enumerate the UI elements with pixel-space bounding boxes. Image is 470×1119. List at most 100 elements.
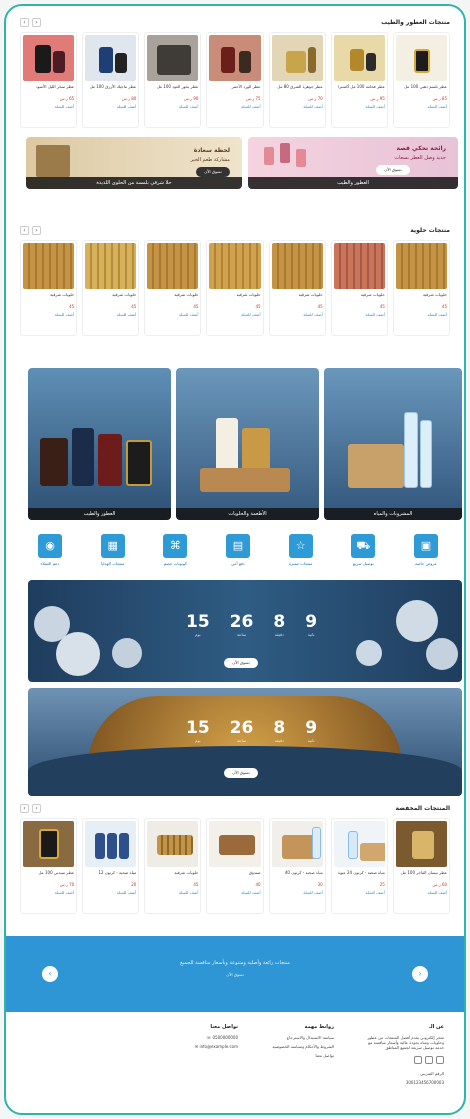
product-card[interactable]: مياه صحية - كرتون 12 20 أضف للسلة bbox=[82, 818, 140, 914]
category-icon-item[interactable]: ⌘ كوبونات خصم bbox=[155, 534, 195, 566]
add-to-cart-button[interactable]: أضف للسلة bbox=[23, 312, 75, 317]
product-image bbox=[395, 35, 447, 81]
truck-icon: ⛟ bbox=[351, 534, 376, 558]
product-name: حلويات شرقية bbox=[236, 292, 261, 297]
next-arrow-icon[interactable]: › bbox=[32, 17, 41, 27]
product-name: عطر سحر الليل الأسود bbox=[35, 84, 75, 89]
category-icon-item[interactable]: ☆ منتجات مميزة bbox=[281, 534, 321, 566]
product-card[interactable]: عطر بخور العود 100 مل 90 ر.س أضف للسلة bbox=[144, 32, 202, 128]
prev-arrow-icon[interactable]: ‹ bbox=[20, 17, 29, 27]
footer-link[interactable]: الشروط والأحكام وسياسة الخصوصية bbox=[254, 1044, 334, 1049]
instagram-icon[interactable] bbox=[425, 1056, 433, 1064]
section-title: منتجات العطور والطيب bbox=[381, 18, 450, 26]
category-icon-item[interactable]: ▤ دفع آمن bbox=[218, 534, 258, 566]
product-card[interactable]: عطر سحر الليل الأسود 65 ر.س أضف للسلة bbox=[20, 32, 78, 128]
product-card[interactable]: حلويات شرقية 45 أضف للسلة bbox=[82, 240, 140, 336]
product-card[interactable]: صندوق 40 أضف للسلة bbox=[206, 818, 264, 914]
add-to-cart-button[interactable]: أضف للسلة bbox=[396, 104, 448, 109]
product-card[interactable]: حلويات شرقية 45 أضف للسلة bbox=[20, 240, 78, 336]
category-label: دعم العملاء bbox=[40, 561, 60, 566]
add-to-cart-button[interactable]: أضف للسلة bbox=[209, 890, 261, 895]
banner-cta-button[interactable]: تسوق الآن bbox=[196, 167, 230, 177]
category-banner-perfumes[interactable]: العطور والطيب bbox=[28, 368, 171, 520]
promo-banner-sweets[interactable]: لحظة سعادة مشاركة طعم الخير تسوق الآن حل… bbox=[26, 137, 242, 189]
product-card[interactable]: عطر بلسم ذهبي 100 مل 85 ر.س أضف للسلة bbox=[392, 32, 450, 128]
category-icon-item[interactable]: ▣ عروض خاصة bbox=[406, 534, 446, 566]
add-to-cart-button[interactable]: أضف للسلة bbox=[272, 890, 323, 895]
product-card[interactable]: حلويات شرقية 45 أضف للسلة bbox=[268, 240, 326, 336]
product-card[interactable]: عطر نيسان الفاخر 100 مل 60 ر.س أضف للسلة bbox=[392, 818, 450, 914]
product-price: 25 bbox=[379, 882, 385, 887]
countdown-banner-perfume[interactable]: 15 يوم 26 ساعة 8 دقيقة 9 ثانية تسوق الآن bbox=[28, 580, 462, 682]
banner-caption: العطور والطيب bbox=[248, 177, 458, 189]
add-to-cart-button[interactable]: أضف للسلة bbox=[85, 890, 137, 895]
whatsapp-icon[interactable] bbox=[414, 1056, 422, 1064]
category-icon-item[interactable]: ▦ منتجات الهدايا bbox=[93, 534, 133, 566]
product-card[interactable]: حلويات شرقية 45 أضف للسلة bbox=[392, 240, 450, 336]
prev-arrow-icon[interactable]: ‹ bbox=[20, 225, 29, 235]
product-card[interactable]: عطر فخامة 100 مل أكسترا 95 ر.س أضف للسلة bbox=[330, 32, 388, 128]
footer-email[interactable]: info@example.com ✉ bbox=[158, 1044, 238, 1049]
footer-link[interactable]: سياسة الاستبدال والاسترجاع bbox=[254, 1035, 334, 1040]
add-to-cart-button[interactable]: أضف للسلة bbox=[85, 312, 137, 317]
band-text: منتجات رائعة وأصلية ومتنوعة وبأسعار مناف… bbox=[180, 960, 290, 966]
x-icon[interactable] bbox=[436, 1056, 444, 1064]
product-image bbox=[395, 243, 447, 289]
category-label: كوبونات خصم bbox=[163, 561, 187, 566]
add-to-cart-button[interactable]: أضف للسلة bbox=[209, 312, 261, 317]
add-to-cart-button[interactable]: أضف للسلة bbox=[334, 890, 385, 895]
product-card[interactable]: حلويات شرقية 45 أضف للسلة bbox=[206, 240, 264, 336]
card-icon: ▤ bbox=[225, 534, 250, 558]
category-icon-item[interactable]: ⛟ توصيل سريع bbox=[343, 534, 383, 566]
countdown-cta-button[interactable]: تسوق الآن bbox=[224, 658, 258, 668]
prev-arrow-icon[interactable]: ‹ bbox=[20, 803, 29, 813]
next-arrow-icon[interactable]: › bbox=[32, 225, 41, 235]
add-to-cart-button[interactable]: أضف للسلة bbox=[147, 104, 199, 109]
add-to-cart-button[interactable]: أضف للسلة bbox=[334, 312, 385, 317]
product-price: 75 ر.س bbox=[246, 96, 261, 101]
support-icon: ◉ bbox=[38, 534, 62, 558]
footer-link[interactable]: تواصل معنا bbox=[254, 1053, 335, 1058]
add-to-cart-button[interactable]: أضف للسلة bbox=[396, 890, 448, 895]
category-banner-food[interactable]: الأطعمة والحلويات bbox=[176, 368, 319, 520]
add-to-cart-button[interactable]: أضف للسلة bbox=[147, 312, 199, 317]
add-to-cart-button[interactable]: أضف للسلة bbox=[272, 104, 323, 109]
product-card[interactable]: عطر سيدني 100 مل 70 ر.س أضف للسلة bbox=[20, 818, 78, 914]
section-title: منتجات حلوية bbox=[410, 226, 450, 234]
product-card[interactable]: حلويات شرقية 45 أضف للسلة bbox=[330, 240, 388, 336]
countdown-days: 15 يوم bbox=[186, 612, 210, 637]
product-price: 70 ر.س bbox=[308, 96, 323, 101]
add-to-cart-button[interactable]: أضف للسلة bbox=[396, 312, 448, 317]
product-price: 30 bbox=[317, 882, 323, 887]
product-name: عطر سيدني 100 مل bbox=[38, 870, 75, 875]
countdown-banner-sweets[interactable]: 15 يوم 26 ساعة 8 دقيقة 9 ثانية تسوق الآن bbox=[28, 688, 462, 796]
product-price: 45 bbox=[69, 304, 75, 309]
product-price: 40 bbox=[255, 882, 261, 887]
product-image bbox=[333, 821, 385, 867]
category-banner-drinks[interactable]: المشروبات والمياه bbox=[324, 368, 462, 520]
next-arrow-icon[interactable]: › bbox=[32, 803, 41, 813]
product-card[interactable]: حلويات شرقية 45 أضف للسلة bbox=[144, 240, 202, 336]
product-card[interactable]: مياه صحية - كرتون 40 30 أضف للسلة bbox=[268, 818, 326, 914]
add-to-cart-button[interactable]: أضف للسلة bbox=[209, 104, 261, 109]
category-icon-item[interactable]: ◉ دعم العملاء bbox=[30, 534, 70, 566]
add-to-cart-button[interactable]: أضف للسلة bbox=[23, 890, 75, 895]
product-card[interactable]: مياه صحية - كرتون 24 عبوة 25 أضف للسلة bbox=[330, 818, 388, 914]
footer-phone[interactable]: 0500000000 ☏ bbox=[158, 1035, 238, 1040]
add-to-cart-button[interactable]: أضف للسلة bbox=[85, 104, 137, 109]
footer-heading: عن الـ bbox=[429, 1024, 444, 1030]
add-to-cart-button[interactable]: أضف للسلة bbox=[23, 104, 75, 109]
product-card[interactable]: حلويات شرقية 45 أضف للسلة bbox=[144, 818, 202, 914]
add-to-cart-button[interactable]: أضف للسلة bbox=[272, 312, 323, 317]
product-card[interactable]: عطر جوهرة الشرق 80 مل 70 ر.س أضف للسلة bbox=[268, 32, 326, 128]
countdown-cta-button[interactable]: تسوق الآن bbox=[224, 768, 258, 778]
product-price: 20 bbox=[131, 882, 137, 887]
product-price: 45 bbox=[317, 304, 323, 309]
banner-cta-button[interactable]: تسوق الآن bbox=[376, 165, 410, 175]
banner-heading: رائحة تحكي قصة bbox=[396, 145, 446, 152]
add-to-cart-button[interactable]: أضف للسلة bbox=[334, 104, 385, 109]
product-card[interactable]: عطر ماجيك الأزرق 100 مل 80 ر.س أضف للسلة bbox=[82, 32, 140, 128]
add-to-cart-button[interactable]: أضف للسلة bbox=[147, 890, 199, 895]
promo-banner-perfume[interactable]: رائحة تحكي قصة جديد وصل العطر بسعات تسوق… bbox=[248, 137, 458, 189]
product-card[interactable]: عطر الورد الأحمر 75 ر.س أضف للسلة bbox=[206, 32, 264, 128]
